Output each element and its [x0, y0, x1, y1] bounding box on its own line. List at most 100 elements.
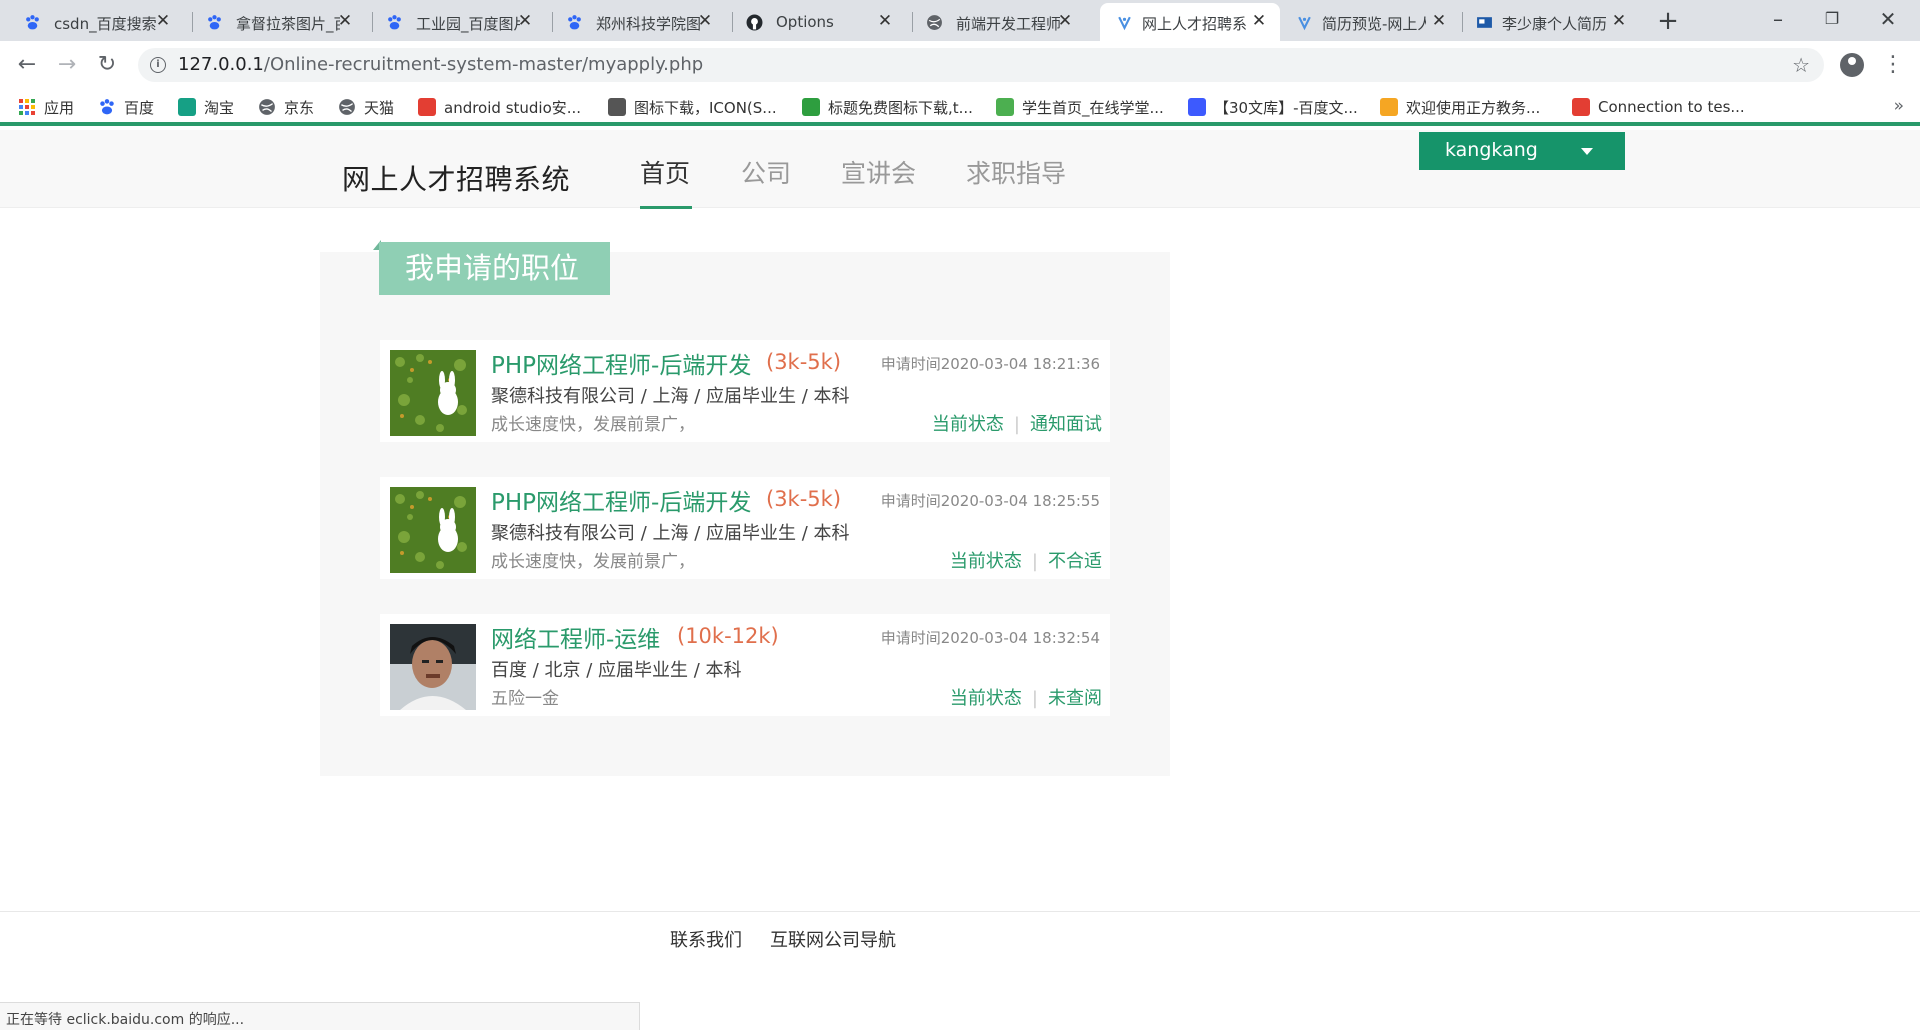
- chevron-right-icon[interactable]: »: [1894, 96, 1904, 116]
- new-tab-button[interactable]: +: [1654, 8, 1682, 36]
- footer-divider: [0, 911, 1920, 912]
- job-title[interactable]: 网络工程师-运维: [491, 620, 660, 654]
- bookmark-item[interactable]: 天猫: [338, 96, 394, 118]
- bookmark-label: 标题免费图标下载,t...: [828, 98, 973, 117]
- profile-avatar-icon[interactable]: [1840, 53, 1864, 77]
- browser-tab[interactable]: 郑州科技学院图片 ✕: [542, 3, 726, 41]
- baidu-paw-icon: [388, 15, 401, 30]
- bookmark-label: 天猫: [364, 98, 395, 117]
- job-meta: 聚德科技有限公司 / 上海 / 应届毕业生 / 本科: [491, 386, 850, 407]
- job-description: 五险一金: [491, 689, 559, 709]
- browser-tab[interactable]: 李少康个人简历 ✕: [1460, 3, 1640, 41]
- close-icon[interactable]: ✕: [154, 12, 172, 30]
- job-card[interactable]: PHP网络工程师-后端开发 (3k-5k) 申请时间2020-03-04 18:…: [380, 477, 1110, 579]
- nav-home[interactable]: 首页: [640, 154, 690, 190]
- close-icon[interactable]: ✕: [1610, 12, 1628, 30]
- bookmark-item[interactable]: 学生首页_在线学堂...: [996, 96, 1164, 118]
- status-label: 当前状态: [949, 551, 1022, 572]
- job-thumbnail[interactable]: [390, 624, 476, 710]
- baidu-paw-icon: [26, 15, 39, 30]
- job-title[interactable]: PHP网络工程师-后端开发: [491, 346, 751, 380]
- browser-tab[interactable]: 拿督拉茶图片_百度图片 ✕: [182, 3, 366, 41]
- browser-tab[interactable]: 工业园_百度图片 ✕: [362, 3, 546, 41]
- csdn-icon: [1572, 98, 1590, 116]
- bookmark-label: 应用: [44, 98, 75, 117]
- bookmark-item[interactable]: Connection to tes...: [1572, 96, 1745, 118]
- bookmark-item[interactable]: 应用: [18, 96, 74, 118]
- job-title[interactable]: PHP网络工程师-后端开发: [491, 483, 751, 517]
- bookmark-item[interactable]: 图标下载，ICON(S...: [608, 96, 777, 118]
- job-thumbnail[interactable]: [390, 350, 476, 436]
- globe-icon: [259, 99, 275, 115]
- green-rabbit-image: [390, 350, 476, 436]
- tab-title: Options: [776, 13, 834, 31]
- url-path: /Online-recruitment-system-master/myappl…: [263, 54, 704, 75]
- restore-icon[interactable]: ❐: [1810, 4, 1854, 34]
- url-text: 127.0.0.1/Online-recruitment-system-mast…: [178, 54, 703, 75]
- bookmark-item[interactable]: 京东: [258, 96, 314, 118]
- job-thumbnail[interactable]: [390, 487, 476, 573]
- bookmark-item[interactable]: android studio安...: [418, 96, 581, 118]
- user-dropdown[interactable]: kangkang: [1419, 132, 1625, 170]
- kebab-menu-icon[interactable]: ⋮: [1882, 51, 1904, 79]
- address-bar[interactable]: i 127.0.0.1/Online-recruitment-system-ma…: [138, 48, 1824, 82]
- nav-seminar[interactable]: 宣讲会: [841, 154, 916, 190]
- wave-icon: [996, 98, 1014, 116]
- minimize-icon[interactable]: –: [1756, 4, 1800, 34]
- browser-tab-active[interactable]: 网上人才招聘系统 ✕: [1100, 3, 1280, 41]
- bookmark-item[interactable]: 标题免费图标下载,t...: [802, 96, 973, 118]
- tab-title: 郑州科技学院图片: [596, 15, 700, 33]
- bookmark-item[interactable]: 百度: [98, 96, 154, 118]
- bookmark-item[interactable]: 【30文库】-百度文...: [1188, 96, 1358, 118]
- browser-tab[interactable]: 简历预览-网上人才 ✕: [1280, 3, 1460, 41]
- close-window-icon[interactable]: ✕: [1866, 4, 1910, 34]
- close-icon[interactable]: ✕: [516, 12, 534, 30]
- info-icon[interactable]: i: [150, 57, 166, 73]
- bookmark-star-icon[interactable]: ☆: [1792, 53, 1810, 77]
- bookmark-label: 百度: [124, 98, 155, 117]
- footer-link-company-nav[interactable]: 互联网公司导航: [770, 926, 896, 952]
- username: kangkang: [1445, 139, 1538, 161]
- nav-career-guide[interactable]: 求职指导: [966, 154, 1066, 190]
- apply-time: 申请时间2020-03-04 18:32:54: [880, 629, 1100, 647]
- reload-icon[interactable]: ↻: [93, 51, 121, 79]
- status-label: 当前状态: [949, 688, 1022, 709]
- close-icon[interactable]: ✕: [1250, 12, 1268, 30]
- job-description: 成长速度快，发展前景广，: [491, 552, 695, 572]
- job-card[interactable]: PHP网络工程师-后端开发 (3k-5k) 申请时间2020-03-04 18:…: [380, 340, 1110, 442]
- job-status: 当前状态 | 通知面试: [932, 410, 1102, 436]
- globe-icon: [927, 15, 942, 30]
- tab-title: 李少康个人简历: [1502, 15, 1606, 33]
- apps-grid-icon: [19, 99, 35, 115]
- apply-time: 申请时间2020-03-04 18:25:55: [880, 492, 1100, 510]
- close-icon[interactable]: ✕: [1056, 12, 1074, 30]
- close-icon[interactable]: ✕: [1430, 12, 1448, 30]
- job-salary: (3k-5k): [766, 487, 842, 511]
- job-salary: (3k-5k): [766, 350, 842, 374]
- footer-link-contact[interactable]: 联系我们: [670, 926, 742, 952]
- close-icon[interactable]: ✕: [876, 12, 894, 30]
- forward-arrow-icon[interactable]: →: [53, 51, 81, 79]
- bookmark-label: 图标下载，ICON(S...: [634, 98, 777, 117]
- status-divider: |: [1013, 414, 1020, 435]
- back-arrow-icon[interactable]: ←: [13, 51, 41, 79]
- browser-tab[interactable]: Options ✕: [722, 3, 906, 41]
- browser-tab[interactable]: csdn_百度搜索 ✕: [0, 3, 184, 41]
- bookmark-item[interactable]: 淘宝: [178, 96, 234, 118]
- site-logo[interactable]: 网上人才招聘系统: [342, 158, 570, 198]
- site-header: 网上人才招聘系统 首页 公司 宣讲会 求职指导: [0, 130, 1920, 209]
- status-label: 当前状态: [931, 414, 1004, 435]
- close-icon[interactable]: ✕: [696, 12, 714, 30]
- job-meta: 聚德科技有限公司 / 上海 / 应届毕业生 / 本科: [491, 523, 850, 544]
- tab-title: 前端开发工程师: [956, 15, 1060, 33]
- browser-tab[interactable]: 前端开发工程师 ✕: [902, 3, 1086, 41]
- site-favicon: [1118, 16, 1131, 31]
- s-icon: [1188, 98, 1206, 116]
- close-icon[interactable]: ✕: [336, 12, 354, 30]
- csdn-icon: [418, 98, 436, 116]
- job-card[interactable]: 网络工程师-运维 (10k-12k) 申请时间2020-03-04 18:32:…: [380, 614, 1110, 716]
- bookmark-label: 学生首页_在线学堂...: [1022, 98, 1164, 117]
- bookmarks-bar: 应用 百度 淘宝 京东 天猫 android studio安... 图标下载，I…: [0, 88, 1920, 126]
- nav-company[interactable]: 公司: [741, 154, 791, 190]
- bookmark-item[interactable]: 欢迎使用正方教务...: [1380, 96, 1540, 118]
